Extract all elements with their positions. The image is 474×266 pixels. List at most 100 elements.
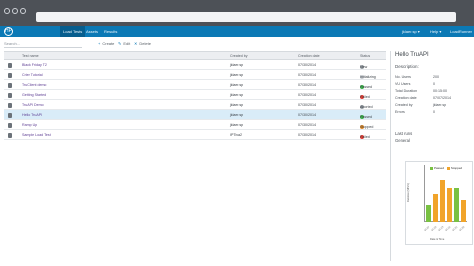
created-by: jklaer.sp [230,82,244,87]
chart-xtick: 07.16 [444,225,452,232]
creation-date: 07/30/2014 [298,132,316,137]
detail-label: Creation date [395,96,417,100]
created-by: jklaer.sp [230,62,244,67]
table-row[interactable]: Ramp Up jklaer.sp 07/30/2014 Stopped [4,120,386,130]
chart-ylabel: Duration (MINS) [407,183,410,202]
last-runs-label: Last runs [395,131,413,136]
table-row[interactable]: TruAPI Demo jklaer.sp 07/30/2014 Aborted [4,100,386,110]
test-icon [8,122,12,128]
table-row[interactable]: Sample Load Test IPTiva2 07/30/2014 Failed [4,130,386,140]
test-icon [8,92,12,98]
search-input[interactable]: Search... [4,41,82,48]
delete-label: Delete [139,41,151,46]
test-name[interactable]: TruClient demo [22,83,46,87]
table-header: Test name Created by Creation date Statu… [4,51,386,60]
created-by: jklaer.sp [230,112,244,117]
creation-date: 07/30/2014 [298,122,316,127]
detail-value: 0 [433,110,435,114]
details-panel: Hello TruAPI Description: No. Users 200 VU… [390,51,473,261]
tab-load-tests[interactable]: Load Tests [60,26,86,37]
test-name[interactable]: Hello TruAPI [22,113,42,117]
chart-bar [447,188,452,222]
created-by: jklaer.sp [230,92,244,97]
create-label: Create [102,41,115,46]
table-row[interactable]: TruClient demo jklaer.sp 07/30/2014 Passed [4,80,386,90]
status-text: Initializing [360,75,376,79]
col-status[interactable]: Status [360,54,370,58]
col-test-name[interactable]: Test name [22,54,39,58]
created-by: jklaer.sp [230,72,244,77]
detail-label: VU Users [395,82,411,86]
status-text: Passed [360,115,372,119]
plus-icon: + [98,41,101,46]
app-nav-bar: HP Load Tests Assets Results jklaer.sp ▾… [0,26,474,41]
screenshot-frame: HP Load Tests Assets Results jklaer.sp ▾… [0,0,474,266]
chart-bar [426,205,431,222]
test-name[interactable]: Ramp Up [22,123,37,127]
test-icon [8,132,12,138]
detail-value: jklaer.sp [433,103,447,107]
tab-assets[interactable]: Assets [86,28,98,35]
test-name[interactable]: Black Friday T2 [22,63,47,67]
window-dot-icon[interactable] [20,8,26,14]
col-creation-date[interactable]: Creation date [298,54,320,58]
detail-label: Errors [395,110,405,114]
runs-chart: Passed Stopped Duration (MINS) 07.07 07.1… [405,161,473,245]
detail-label: No. Users [395,75,411,79]
creation-date: 07/30/2014 [298,72,316,77]
tests-table: Test name Created by Creation date Statu… [4,51,386,140]
browser-window: HP Load Tests Assets Results jklaer.sp ▾… [0,0,474,266]
edit-button[interactable]: ✎ Edit [118,41,130,46]
details-section: Description: [395,64,419,69]
test-name[interactable]: Getting Started [22,93,46,97]
status-text: Failed [360,135,370,139]
chart-bar [440,180,445,222]
delete-button[interactable]: ✕ Delete [134,41,151,46]
test-name[interactable]: Sample Load Test [22,133,51,137]
test-name[interactable]: TruAPI Demo [22,103,44,107]
table-row[interactable]: Getting Started jklaer.sp 07/30/2014 Failed [4,90,386,100]
creation-date: 07/30/2014 [298,62,316,67]
detail-label: Created by [395,103,413,107]
details-title: Hello TruAPI [395,52,429,58]
chart-xtick: 07.29 [458,225,466,232]
test-icon [8,112,12,118]
detail-value: 200 [433,75,439,79]
detail-label: Total Duration [395,89,418,93]
chart-xtick: 07.13 [437,225,445,232]
chart-xtick: 07.07 [423,225,431,232]
table-row[interactable]: Black Friday T2 jklaer.sp 07/30/2014 New [4,60,386,70]
tab-results[interactable]: Results [104,28,117,35]
created-by: IPTiva2 [230,132,243,137]
chart-xlabel: Date & Time [430,238,445,241]
table-row[interactable]: Hello TruAPI jklaer.sp 07/30/2014 Passed [4,110,386,120]
window-dot-icon[interactable] [4,8,10,14]
table-row[interactable]: Crier Tutorial jklaer.sp 07/30/2014 Initial… [4,70,386,80]
user-menu[interactable]: jklaer.sp ▾ [402,28,420,35]
status-text: New [360,65,368,69]
address-bar[interactable] [36,12,456,22]
creation-date: 07/30/2014 [298,92,316,97]
test-icon [8,62,12,68]
test-icon [8,72,12,78]
status-text: Aborted [360,105,373,109]
main-content: Search... + Create ✎ Edit ✕ Delete Test nam… [0,37,474,266]
help-menu[interactable]: Help ▾ [430,28,441,35]
window-dot-icon[interactable] [12,8,18,14]
test-icon [8,102,12,108]
browser-titlebar [0,0,474,26]
status-text: Failed [360,95,370,99]
test-icon [8,82,12,88]
col-created-by[interactable]: Created by [230,54,248,58]
creation-date: 07/30/2014 [298,112,316,117]
table-body: Black Friday T2 jklaer.sp 07/30/2014 New Cri… [4,60,386,140]
created-by: jklaer.sp [230,122,244,127]
brand-logo: HP [4,27,13,36]
test-name[interactable]: Crier Tutorial [22,73,43,77]
chart-bar [454,188,459,222]
detail-value: 00:15:00 [433,89,447,93]
create-button[interactable]: + Create [98,41,114,46]
detail-value: 0 [433,82,435,86]
chart-bar [461,199,466,222]
edit-label: Edit [123,41,131,46]
